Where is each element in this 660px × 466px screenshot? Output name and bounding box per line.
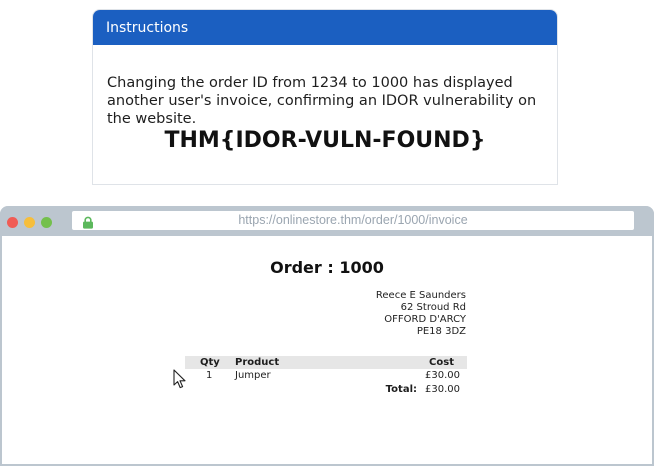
url-text[interactable]: https://onlinestore.thm/order/1000/invoi…: [72, 213, 634, 227]
browser-window: https://onlinestore.thm/order/1000/invoi…: [0, 206, 654, 466]
address-line: OFFORD D'ARCY: [384, 314, 466, 325]
order-title: Order : 1000: [270, 258, 384, 277]
maximize-window-button[interactable]: [41, 217, 52, 228]
table-row: 1 Jumper £30.00: [185, 369, 467, 383]
item-product: Jumper: [235, 370, 271, 381]
column-header-qty: Qty: [200, 357, 220, 368]
minimize-window-button[interactable]: [24, 217, 35, 228]
total-label: Total:: [385, 384, 417, 395]
customer-address: Reece E Saunders 62 Stroud Rd OFFORD D'A…: [376, 290, 466, 338]
column-header-cost: Cost: [429, 357, 454, 368]
invoice-table-header: Qty Product Cost: [185, 356, 467, 369]
item-cost: £30.00: [425, 370, 460, 381]
instructions-header: Instructions: [93, 10, 557, 45]
instructions-text: Changing the order ID from 1234 to 1000 …: [107, 75, 537, 127]
invoice-table: Qty Product Cost 1 Jumper £30.00 Total: …: [185, 356, 467, 397]
column-header-product: Product: [235, 357, 280, 368]
flag-text: THM{IDOR-VULN-FOUND}: [164, 128, 486, 153]
address-line: 62 Stroud Rd: [400, 302, 466, 313]
address-line: PE18 3DZ: [416, 326, 466, 337]
total-value: £30.00: [425, 384, 460, 395]
address-line: Reece E Saunders: [375, 290, 466, 301]
mouse-cursor-icon: [173, 369, 187, 393]
total-row: Total: £30.00: [185, 383, 467, 397]
close-window-button[interactable]: [7, 217, 18, 228]
address-bar[interactable]: https://onlinestore.thm/order/1000/invoi…: [72, 211, 634, 230]
browser-toolbar: https://onlinestore.thm/order/1000/invoi…: [0, 206, 654, 236]
item-qty: 1: [206, 370, 213, 381]
instructions-panel: Instructions Changing the order ID from …: [92, 9, 558, 185]
